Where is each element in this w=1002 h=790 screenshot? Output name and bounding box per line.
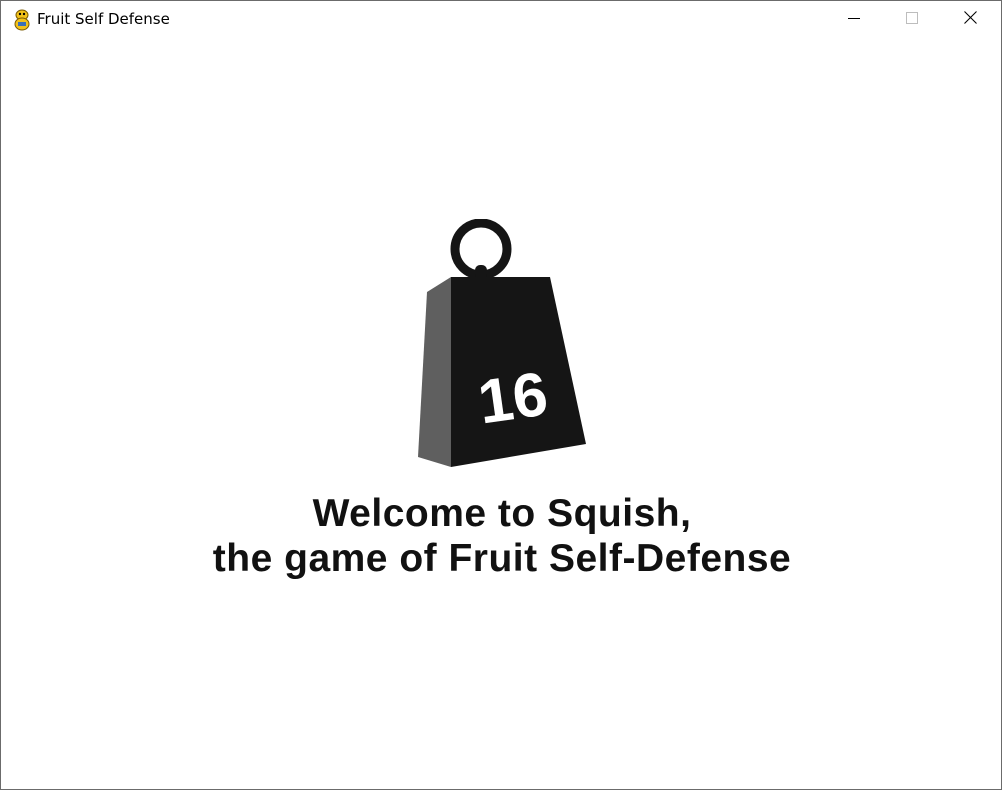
python-snake-icon [12,9,32,31]
welcome-message: Welcome to Squish, the game of Fruit Sel… [1,491,1002,581]
close-icon [963,11,977,29]
welcome-line-2: the game of Fruit Self-Defense [212,537,792,580]
app-window: Fruit Self Defense 16 Welcome to Squish,… [0,0,1002,790]
game-canvas[interactable]: 16 Welcome to Squish, the game of Fruit … [1,39,1001,789]
maximize-button[interactable] [883,1,941,39]
maximize-icon [906,11,918,29]
minimize-button[interactable] [825,1,883,39]
window-title: Fruit Self Defense [37,10,170,28]
title-bar[interactable]: Fruit Self Defense [1,1,1001,39]
minimize-icon [848,11,860,29]
kettlebell-weight-icon: 16 [411,218,593,471]
weight-label: 16 [474,360,552,438]
welcome-line-1: Welcome to Squish, [312,492,692,535]
close-button[interactable] [941,1,999,39]
